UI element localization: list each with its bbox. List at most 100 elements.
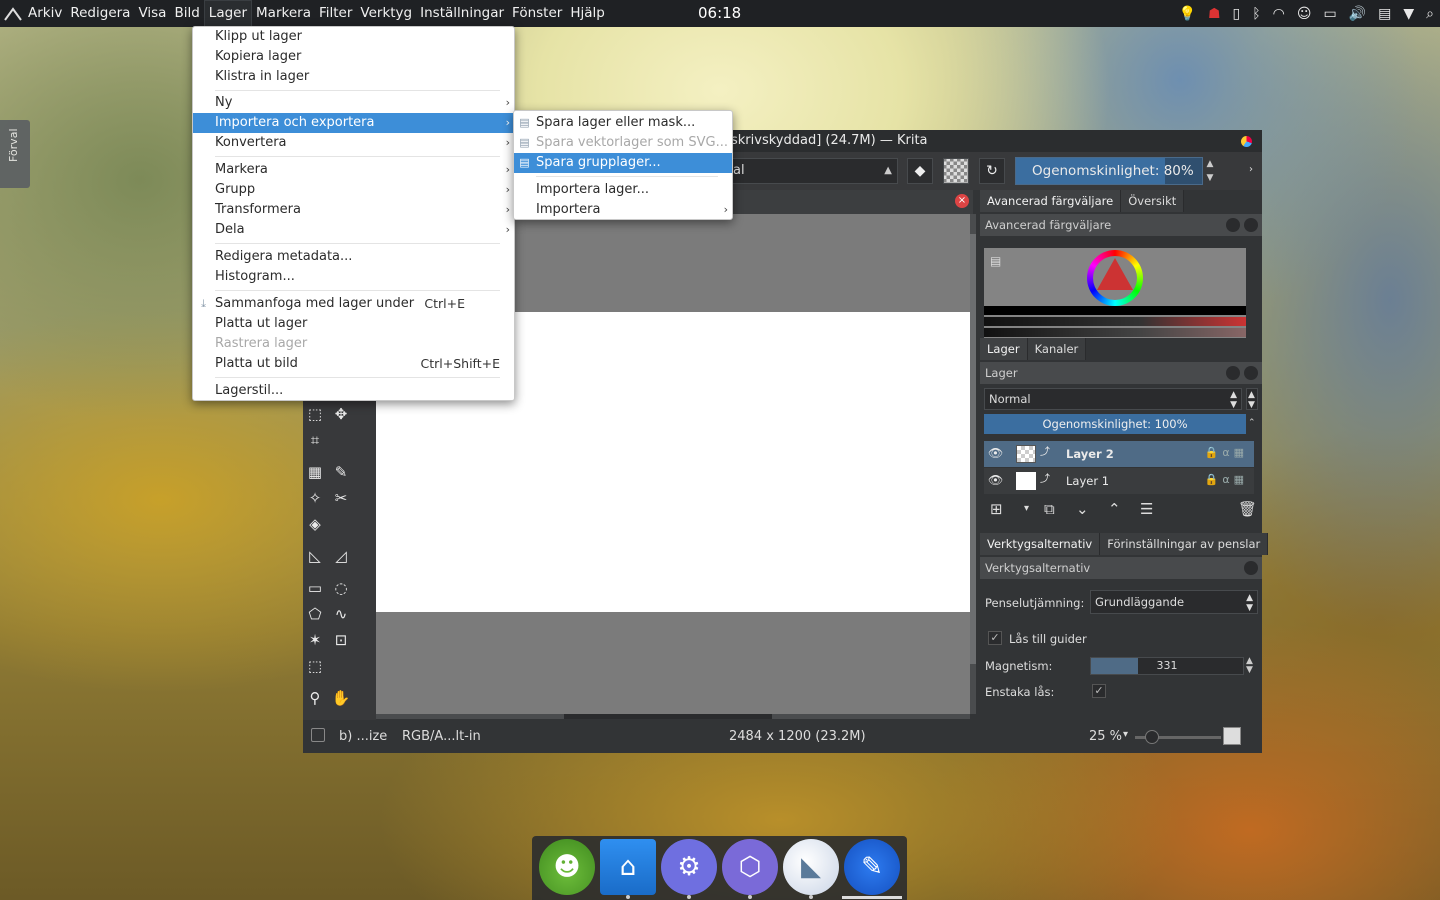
- zoom-slider-handle[interactable]: [1145, 730, 1159, 744]
- wifi-icon[interactable]: ◠: [1273, 7, 1285, 21]
- crop-tool-icon[interactable]: ⌗: [304, 429, 326, 451]
- menu-item-save-layer-or-mask[interactable]: ▤ Spara lager eller mask...: [514, 113, 732, 133]
- menu-item-flatten-image[interactable]: Platta ut bild Ctrl+Shift+E: [193, 354, 514, 374]
- layer-opacity-spinner[interactable]: ⌃: [1248, 418, 1256, 428]
- menu-bild[interactable]: Bild: [170, 0, 203, 27]
- brush-preview-icon[interactable]: [311, 728, 325, 742]
- color-strip-3[interactable]: [984, 328, 1246, 337]
- menu-item-split[interactable]: Dela ›: [193, 220, 514, 240]
- hue-wheel[interactable]: [1087, 250, 1143, 306]
- menu-item-copy-layer[interactable]: Kopiera lager: [193, 47, 514, 67]
- delete-layer-icon[interactable]: 🗑: [1238, 500, 1257, 518]
- layer-blend-mode-combo[interactable]: Normal ▲ ▼: [984, 388, 1242, 410]
- menu-hjalp[interactable]: Hjälp: [566, 0, 609, 27]
- menu-verktyg[interactable]: Verktyg: [356, 0, 416, 27]
- layer-property-icons[interactable]: 🔒α▦: [1205, 473, 1248, 486]
- menu-item-import-export[interactable]: Importera och exportera ›: [193, 113, 514, 133]
- color-picker-tool-icon[interactable]: ✎: [330, 461, 352, 483]
- layer-filter-button[interactable]: ▲ ▼: [1246, 388, 1258, 410]
- bezier-select-tool-icon[interactable]: ⬚: [304, 655, 326, 677]
- vertical-scroll-thumb[interactable]: [970, 234, 976, 664]
- zoom-dropdown-icon[interactable]: ▾: [1123, 729, 1128, 740]
- layer-properties-icon[interactable]: ☰: [1140, 500, 1153, 518]
- close-document-icon[interactable]: ×: [955, 194, 969, 208]
- menu-arkiv[interactable]: Arkiv: [24, 0, 66, 27]
- volume-icon[interactable]: 🔊: [1349, 7, 1366, 21]
- smart-patch-tool-icon[interactable]: ✧: [304, 487, 326, 509]
- menu-item-paste-layer[interactable]: Klistra in lager: [193, 67, 514, 87]
- file-manager-icon[interactable]: ⌂: [600, 839, 656, 895]
- menu-item-group[interactable]: Grupp ›: [193, 180, 514, 200]
- system-settings-icon[interactable]: ⚙: [661, 839, 717, 895]
- side-panel-tab[interactable]: Förval: [0, 120, 30, 188]
- zoom-tool-icon[interactable]: ⚲: [304, 687, 326, 709]
- tab-layers[interactable]: Lager: [980, 338, 1028, 360]
- clipboard-icon[interactable]: ▤: [1378, 7, 1391, 21]
- add-layer-icon[interactable]: ⊞: [990, 500, 1003, 518]
- layer-opacity-slider[interactable]: Ogenomskinlighet: 100%: [984, 414, 1246, 434]
- menu-item-rasterize-layer[interactable]: Rastrera lager: [193, 334, 514, 354]
- single-lock-checkbox[interactable]: ✓: [1092, 684, 1106, 698]
- docker-close-icon[interactable]: [1244, 366, 1258, 380]
- menu-lager[interactable]: Lager: [203, 0, 253, 27]
- color-settings-icon[interactable]: ▤: [990, 254, 1001, 268]
- status-colorspace[interactable]: RGB/A...lt-in: [402, 729, 481, 744]
- vertical-scrollbar[interactable]: [970, 214, 976, 714]
- transform-tool-icon[interactable]: ⬚: [304, 403, 326, 425]
- menu-item-save-group-layers[interactable]: ▤ Spara grupplager...: [514, 153, 732, 173]
- magic-wand-tool-icon[interactable]: ✶: [304, 629, 326, 651]
- measure-tool-icon[interactable]: ◺: [304, 545, 326, 567]
- tab-overview[interactable]: Översikt: [1121, 190, 1185, 212]
- ghost-icon[interactable]: ☗: [1208, 7, 1221, 21]
- similar-select-tool-icon[interactable]: ⊡: [330, 629, 352, 651]
- saturation-triangle[interactable]: [1097, 258, 1133, 290]
- visibility-eye-icon[interactable]: 👁: [988, 473, 1003, 487]
- layer-property-icons[interactable]: 🔒α▦: [1205, 446, 1248, 459]
- zoom-value[interactable]: 25 %: [1089, 729, 1122, 744]
- ellipse-select-tool-icon[interactable]: ◌: [330, 577, 352, 599]
- menu-item-histogram[interactable]: Histogram...: [193, 267, 514, 287]
- opacity-slider[interactable]: Ogenomskinlighet: 80%: [1015, 157, 1203, 185]
- krita-dock-icon[interactable]: ✎: [844, 839, 900, 895]
- blend-mode-combo[interactable]: al ▲▼: [726, 158, 898, 200]
- menu-item-new[interactable]: Ny ›: [193, 93, 514, 113]
- user-icon[interactable]: ☺: [1297, 7, 1312, 21]
- move-tool-icon[interactable]: ✥: [330, 403, 352, 425]
- tab-channels[interactable]: Kanaler: [1027, 338, 1087, 360]
- menu-item-layer-style[interactable]: Lagerstil...: [193, 381, 514, 401]
- add-layer-menu-icon[interactable]: ▾: [1024, 503, 1029, 514]
- lightbulb-icon[interactable]: 💡: [1179, 7, 1196, 21]
- gradient-tool-icon[interactable]: ▦: [304, 461, 326, 483]
- reload-preset-button[interactable]: ↻: [979, 158, 1005, 184]
- rect-select-tool-icon[interactable]: ▭: [304, 577, 326, 599]
- battery-icon[interactable]: ▭: [1323, 7, 1336, 21]
- menu-item-transform[interactable]: Transformera ›: [193, 200, 514, 220]
- menu-item-save-vector-svg[interactable]: ▤ Spara vektorlager som SVG...: [514, 133, 732, 153]
- menu-item-edit-metadata[interactable]: Redigera metadata...: [193, 247, 514, 267]
- visibility-eye-icon[interactable]: 👁: [988, 446, 1003, 460]
- menu-item-flatten-layer[interactable]: Platta ut lager: [193, 314, 514, 334]
- menu-visa[interactable]: Visa: [134, 0, 170, 27]
- fill-tool-icon[interactable]: ◈: [304, 513, 326, 535]
- color-strip-1[interactable]: [984, 306, 1246, 315]
- menu-fonster[interactable]: Fönster: [508, 0, 566, 27]
- bluetooth-icon[interactable]: ᛒ: [1252, 7, 1260, 21]
- menu-markera[interactable]: Markera: [252, 0, 315, 27]
- opacity-spinner[interactable]: ▲ ▼: [1203, 157, 1217, 185]
- layer-name[interactable]: Layer 1: [1066, 474, 1109, 488]
- menu-item-cut-layer[interactable]: Klipp ut lager: [193, 27, 514, 47]
- layer-row[interactable]: 👁 ⤴ Layer 1 🔒α▦: [984, 468, 1254, 494]
- eagle-browser-icon[interactable]: ◣: [783, 839, 839, 895]
- layer-row[interactable]: 👁 ⤴ Layer 2 🔒α▦: [984, 441, 1254, 467]
- app-store-icon[interactable]: ⬡: [722, 839, 778, 895]
- tab-advanced-color[interactable]: Avancerad färgväljare: [980, 190, 1122, 212]
- tab-brush-presets[interactable]: Förinställningar av penslar: [1100, 533, 1269, 555]
- layer-name[interactable]: Layer 2: [1066, 447, 1114, 461]
- tab-tool-options[interactable]: Verktygsalternativ: [980, 533, 1101, 555]
- duplicate-layer-icon[interactable]: ⧉: [1044, 500, 1055, 518]
- color-selector[interactable]: ▤: [984, 248, 1246, 338]
- docker-float-icon[interactable]: [1226, 366, 1240, 380]
- preserve-alpha-button[interactable]: [943, 158, 969, 184]
- docker-close-icon[interactable]: [1244, 218, 1258, 232]
- magnetism-slider[interactable]: 331: [1090, 657, 1244, 675]
